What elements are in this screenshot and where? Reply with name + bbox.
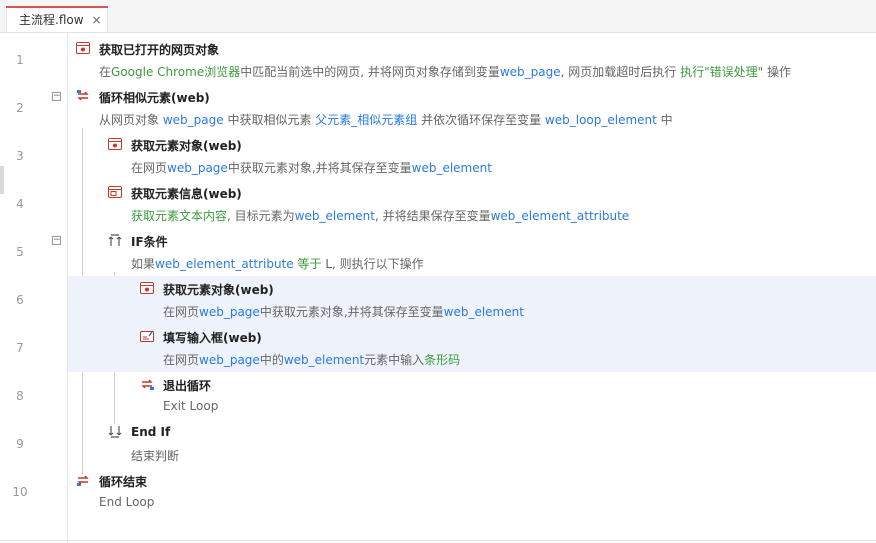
description-text: 在网页 (163, 305, 200, 319)
line-number: 8 (16, 389, 24, 403)
keyword-token[interactable]: 获取元素文本内容 (131, 209, 227, 223)
step-description: 在网页web_page中的web_element元素中输入条形码 (163, 351, 460, 368)
step-description: 如果web_element_attribute 等于 L, 则执行以下操作 (131, 255, 424, 272)
collapse-toggle-icon[interactable]: − (52, 236, 61, 245)
description-text: 在网页 (131, 161, 168, 175)
line-number: 10 (12, 485, 28, 499)
description-text: , 并将结果保存至变量 (374, 209, 491, 223)
step-title: 获取元素对象(web) (131, 139, 242, 153)
step-title: 填写输入框(web) (163, 331, 262, 345)
element-icon (108, 137, 122, 151)
description-text: End Loop (99, 495, 155, 509)
variable-token[interactable]: web_page (500, 65, 561, 79)
description-text: 在 (99, 65, 112, 79)
browser-icon (76, 41, 90, 55)
tab-main-flow[interactable]: 主流程.flow × (6, 6, 108, 32)
collapse-toggle-icon[interactable]: − (52, 92, 61, 101)
description-text: L, 则执行以下操作 (321, 257, 424, 271)
step-title: 获取元素对象(web) (163, 283, 274, 297)
step-title: 获取已打开的网页对象 (99, 43, 220, 57)
description-text: 结束判断 (131, 449, 180, 463)
step-title: IF条件 (131, 235, 168, 249)
variable-token[interactable]: web_element_attribute (491, 209, 630, 223)
step-description: 在网页web_page中获取元素对象,并将其保存至变量web_element (131, 159, 492, 176)
description-text: , 目标元素为 (227, 209, 295, 223)
loop-end-icon (76, 473, 90, 487)
tab-active-indicator (6, 6, 108, 8)
description-text: 中匹配当前选中的网页, 并将网页对象存储到变量 (240, 65, 500, 79)
input-icon (140, 329, 154, 343)
flow-step[interactable]: 10 循环结束 End Loop (0, 468, 876, 516)
flow-step[interactable]: 4 获取元素信息(web) 获取元素文本内容, 目标元素为web_element… (0, 180, 876, 228)
step-description: 从网页对象 web_page 中获取相似元素 父元素_相似元素组 并依次循环保存… (99, 111, 673, 128)
flow-step[interactable]: 1 获取已打开的网页对象 在Google Chrome浏览器中匹配当前选中的网页… (0, 36, 876, 84)
step-description: 获取元素文本内容, 目标元素为web_element, 并将结果保存至变量web… (131, 207, 629, 224)
description-text: 中 (656, 113, 673, 127)
keyword-token[interactable]: 等于 (297, 257, 321, 271)
close-icon[interactable]: × (92, 13, 102, 27)
description-text: 从网页对象 (99, 113, 163, 127)
variable-token[interactable]: web_element_attribute (155, 257, 294, 271)
flow-step[interactable]: 5 − IF条件 如果web_element_attribute 等于 L, 则… (0, 228, 876, 276)
step-title: 退出循环 (163, 379, 212, 393)
description-text: 并依次循环保存至变量 (417, 113, 545, 127)
line-number: 1 (16, 53, 24, 67)
variable-token[interactable]: web_page (163, 113, 224, 127)
variable-token[interactable]: web_element (284, 353, 364, 367)
description-text: 元素中输入 (364, 353, 425, 367)
variable-token[interactable]: web_loop_element (545, 113, 657, 127)
exit-loop-icon (140, 377, 154, 391)
element-icon (140, 281, 154, 295)
loop-icon (76, 89, 90, 103)
step-title: 获取元素信息(web) (131, 187, 242, 201)
description-text: Exit Loop (163, 399, 219, 413)
variable-token[interactable]: web_element (444, 305, 524, 319)
line-number: 5 (16, 245, 24, 259)
variable-token[interactable]: web_element (412, 161, 492, 175)
line-number: 3 (16, 149, 24, 163)
step-description: 结束判断 (131, 447, 179, 464)
line-number: 7 (16, 341, 24, 355)
flow-step[interactable]: 6 获取元素对象(web) 在网页web_page中获取元素对象,并将其保存至变… (0, 276, 876, 324)
editor-bottom-border (0, 540, 876, 541)
step-description: 在网页web_page中获取元素对象,并将其保存至变量web_element (163, 303, 524, 320)
line-number: 2 (16, 101, 24, 115)
tab-bar: 主流程.flow × (0, 0, 876, 33)
line-number: 9 (16, 437, 24, 451)
line-number: 4 (16, 197, 24, 211)
line-number: 6 (16, 293, 24, 307)
step-title: 循环相似元素(web) (99, 91, 210, 105)
keyword-token[interactable]: 条形码 (424, 353, 460, 367)
flow-step[interactable]: 2 − 循环相似元素(web) 从网页对象 web_page 中获取相似元素 父… (0, 84, 876, 132)
description-text: 在网页 (163, 353, 200, 367)
description-text: , 网页加载超时后执行 (560, 65, 681, 79)
variable-token[interactable]: web_page (167, 161, 228, 175)
description-text: 中获取元素对象,并将其保存至变量 (227, 161, 412, 175)
description-text: 如果 (131, 257, 156, 271)
description-text: 中的 (259, 353, 284, 367)
variable-token[interactable]: web_page (199, 353, 260, 367)
if-icon (108, 233, 122, 247)
element-info-icon (108, 185, 122, 199)
variable-token[interactable]: web_page (199, 305, 260, 319)
flow-step[interactable]: 7 填写输入框(web) 在网页web_page中的web_element元素中… (0, 324, 876, 372)
description-text: 中获取元素对象,并将其保存至变量 (259, 305, 444, 319)
keyword-token[interactable]: Google Chrome浏览器 (111, 65, 240, 79)
description-text: 操作 (763, 65, 791, 79)
flow-step[interactable]: 3 获取元素对象(web) 在网页web_page中获取元素对象,并将其保存至变… (0, 132, 876, 180)
flow-step[interactable]: 9 End If 结束判断 (0, 420, 876, 468)
flow-step[interactable]: 8 退出循环 Exit Loop (0, 372, 876, 420)
step-description: End Loop (99, 495, 154, 509)
tab-label: 主流程.flow (19, 13, 84, 27)
step-title: End If (131, 425, 171, 439)
variable-token[interactable]: 父元素_相似元素组 (315, 113, 417, 127)
step-title: 循环结束 (99, 475, 148, 489)
step-description: 在Google Chrome浏览器中匹配当前选中的网页, 并将网页对象存储到变量… (99, 63, 791, 80)
end-if-icon (108, 425, 122, 439)
step-description: Exit Loop (163, 399, 218, 413)
keyword-token[interactable]: 执行"错误处理" (680, 65, 763, 79)
variable-token[interactable]: web_element (295, 209, 375, 223)
description-text: 中获取相似元素 (223, 113, 316, 127)
